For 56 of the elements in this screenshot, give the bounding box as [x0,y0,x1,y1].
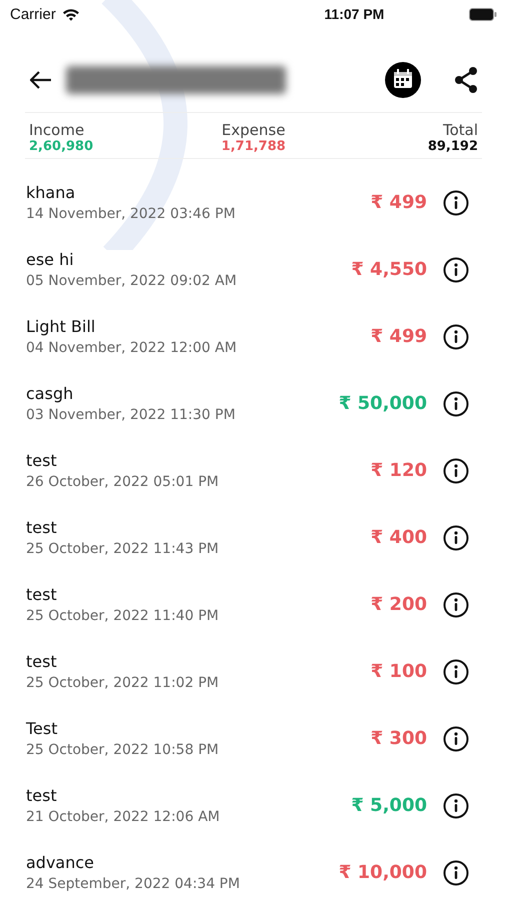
info-icon[interactable] [443,658,469,684]
info-icon[interactable] [443,390,469,416]
info-icon[interactable] [443,792,469,818]
transaction-date: 26 October, 2022 05:01 PM [26,474,220,490]
total-value: 89,192 [428,139,478,154]
info-icon[interactable] [443,726,469,752]
transaction-amount: ₹ 499 [370,326,427,347]
transaction-title: advance [26,853,96,872]
info-icon[interactable] [443,324,469,350]
transaction-date: 25 October, 2022 11:43 PM [26,541,220,557]
income-label: Income [29,121,86,139]
transaction-title: test [26,786,58,805]
transaction-title: test [26,518,58,537]
carrier-label: Carrier [10,6,56,22]
transaction-amount: ₹ 200 [370,594,427,615]
transaction-title: test [26,652,58,671]
transaction-amount: ₹ 300 [370,728,427,749]
info-icon[interactable] [443,524,469,550]
back-arrow-icon[interactable] [30,71,52,89]
transaction-title: casgh [26,384,74,403]
transaction-title: test [26,451,58,470]
expense-value: 1,71,788 [221,139,286,154]
transaction-amount: ₹ 499 [370,192,427,213]
transaction-amount: ₹ 4,550 [351,259,427,280]
transaction-title: test [26,585,58,604]
transaction-amount: ₹ 400 [370,527,427,548]
total-label: Total [442,121,478,139]
transaction-date: 25 October, 2022 11:40 PM [26,608,220,624]
transaction-date: 03 November, 2022 11:30 PM [26,407,236,423]
info-icon[interactable] [443,860,469,886]
transaction-date: 04 November, 2022 12:00 AM [26,340,238,356]
transaction-date: 05 November, 2022 09:02 AM [26,273,238,289]
transaction-amount: ₹ 5,000 [351,795,427,816]
status-time: 11:07 PM [323,6,386,22]
transaction-date: 21 October, 2022 12:06 AM [26,809,221,825]
transaction-amount: ₹ 100 [370,661,427,682]
transaction-date: 25 October, 2022 10:58 PM [26,742,220,758]
calendar-icon[interactable] [385,62,421,98]
transaction-title: ese hi [26,250,75,269]
transaction-amount: ₹ 50,000 [338,393,427,414]
transaction-date: 24 September, 2022 04:34 PM [26,876,241,892]
info-icon[interactable] [443,458,469,484]
wifi-icon [62,8,80,20]
transaction-title: Light Bill [26,317,96,336]
info-icon[interactable] [443,592,469,618]
info-icon[interactable] [443,256,469,282]
transaction-amount: ₹ 120 [370,460,427,481]
battery-icon [469,8,497,20]
transaction-date: 14 November, 2022 03:46 PM [26,206,236,222]
transaction-date: 25 October, 2022 11:02 PM [26,675,220,691]
transaction-title: Test [26,719,59,738]
expense-label: Expense [222,121,286,139]
transaction-amount: ₹ 10,000 [338,862,427,883]
income-value: 2,60,980 [29,139,94,154]
transaction-title: khana [26,183,76,202]
info-icon[interactable] [443,190,469,216]
